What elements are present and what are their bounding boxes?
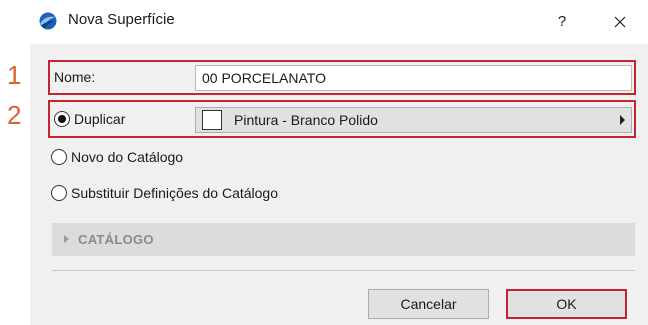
archicad-logo-icon bbox=[39, 12, 57, 30]
callout-number-2: 2 bbox=[7, 100, 22, 130]
surface-picker-label: Pintura - Branco Polido bbox=[234, 112, 378, 128]
cancel-button[interactable]: Cancelar bbox=[368, 289, 489, 319]
duplicate-radio[interactable] bbox=[54, 111, 70, 127]
catalog-panel-header[interactable]: CATÁLOGO bbox=[52, 223, 635, 256]
title-bar: Nova Superfície ? bbox=[30, 0, 648, 44]
new-from-catalog-label[interactable]: Novo do Catálogo bbox=[71, 149, 183, 165]
duplicate-label[interactable]: Duplicar bbox=[74, 111, 125, 127]
replace-from-catalog-radio[interactable] bbox=[51, 185, 67, 201]
triangle-right-icon bbox=[620, 115, 625, 125]
ok-button[interactable]: OK bbox=[506, 289, 627, 319]
name-row-highlight: Nome: bbox=[48, 60, 636, 95]
catalog-label: CATÁLOGO bbox=[78, 232, 154, 247]
name-input[interactable] bbox=[195, 65, 632, 91]
close-icon bbox=[614, 16, 626, 28]
new-from-catalog-radio[interactable] bbox=[51, 149, 67, 165]
replace-from-catalog-label[interactable]: Substituir Definições do Catálogo bbox=[71, 185, 278, 201]
duplicate-row-highlight: Duplicar Pintura - Branco Polido bbox=[48, 100, 636, 138]
window-title: Nova Superfície bbox=[68, 11, 175, 28]
divider bbox=[52, 270, 635, 271]
surface-picker-button[interactable]: Pintura - Branco Polido bbox=[195, 107, 632, 133]
callout-number-1: 1 bbox=[7, 60, 22, 90]
name-label: Nome: bbox=[54, 69, 96, 85]
surface-swatch bbox=[202, 110, 222, 130]
new-surface-dialog: Nova Superfície ? Nome: Duplicar Pintura… bbox=[30, 0, 648, 325]
expand-arrow-icon bbox=[64, 235, 69, 243]
help-button[interactable]: ? bbox=[547, 9, 577, 35]
close-button[interactable] bbox=[605, 8, 635, 36]
